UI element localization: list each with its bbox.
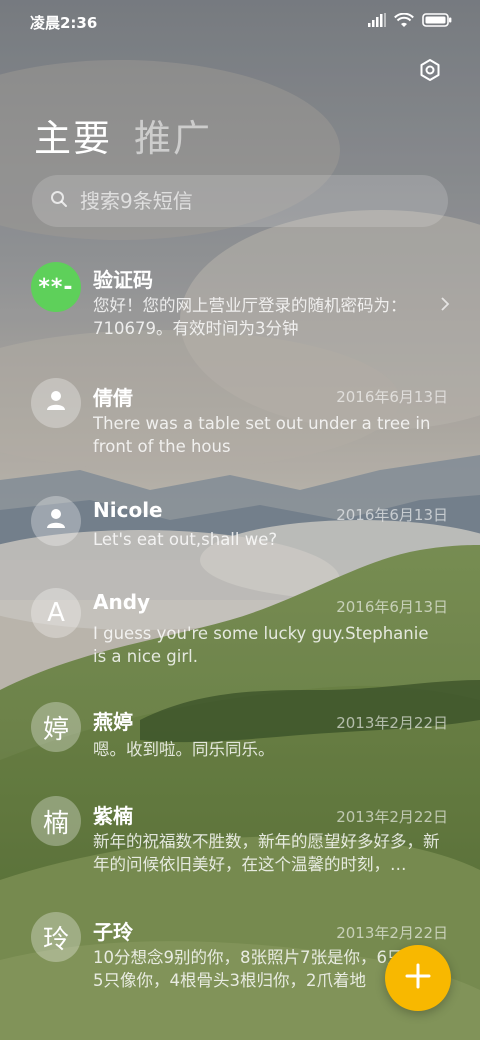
- status-bar: 凌晨2:36: [0, 0, 480, 44]
- search-icon: [50, 190, 68, 212]
- contact-name: Andy: [93, 590, 151, 614]
- message-item[interactable]: 婷 燕婷 2013年2月22日 嗯。收到啦。同乐同乐。: [0, 702, 480, 802]
- message-item[interactable]: 楠 紫楠 2013年2月22日 新年的祝福数不胜数，新年的愿望好多好多，新年的问…: [0, 796, 480, 896]
- search-input[interactable]: [80, 189, 420, 213]
- status-time: 凌晨2:36: [30, 13, 98, 32]
- tab-primary[interactable]: 主要: [34, 108, 112, 162]
- avatar: [31, 496, 81, 546]
- message-date: 2016年6月13日: [336, 388, 448, 406]
- battery-icon: [422, 13, 452, 31]
- contact-name: 验证码: [93, 268, 153, 292]
- avatar: 婷: [31, 702, 81, 752]
- settings-button[interactable]: [412, 54, 448, 90]
- tab-promotions[interactable]: 推广: [134, 108, 212, 162]
- compose-button[interactable]: [385, 945, 451, 1011]
- avatar: 玲: [31, 912, 81, 962]
- message-preview: Let's eat out,shall we?: [93, 530, 278, 549]
- message-date: 2016年6月13日: [336, 506, 448, 524]
- signal-icon: [368, 13, 386, 31]
- status-icons: [368, 12, 452, 32]
- gear-icon: [418, 58, 442, 86]
- avatar: A: [31, 588, 81, 638]
- search-bar[interactable]: [32, 175, 448, 227]
- message-preview: There was a table set out under a tree i…: [93, 414, 431, 456]
- message-date: 2013年2月22日: [336, 714, 448, 732]
- message-preview: 新年的祝福数不胜数，新年的愿望好多好多，新年的问候依旧美好，在这个温馨的时刻，…: [93, 832, 440, 874]
- message-preview: 嗯。收到啦。同乐同乐。: [93, 740, 275, 759]
- message-date: 2013年2月22日: [336, 808, 448, 826]
- message-date: 2013年2月22日: [336, 924, 448, 942]
- avatar: 楠: [31, 796, 81, 846]
- message-preview: 您好！您的网上营业厅登录的随机密码为：710679。有效时间为3分钟: [93, 296, 407, 338]
- avatar: [31, 378, 81, 428]
- message-preview: I guess you're some lucky guy.Stephanie …: [93, 624, 429, 666]
- person-icon: [44, 506, 68, 537]
- tab-bar: 主要 推广: [34, 108, 212, 162]
- chevron-right-icon: [440, 296, 450, 316]
- contact-name: 燕婷: [93, 710, 133, 734]
- contact-name: 子玲: [93, 920, 133, 944]
- message-date: 2016年6月13日: [336, 598, 448, 616]
- message-item[interactable]: A Andy 2016年6月13日 I guess you're some lu…: [0, 588, 480, 688]
- contact-name: 倩倩: [93, 386, 133, 410]
- message-item[interactable]: **- 验证码 您好！您的网上营业厅登录的随机密码为：710679。有效时间为3…: [0, 252, 480, 352]
- contact-name: 紫楠: [93, 804, 133, 828]
- message-item[interactable]: Nicole 2016年6月13日 Let's eat out,shall we…: [0, 488, 480, 588]
- message-item[interactable]: 倩倩 2016年6月13日 There was a table set out …: [0, 370, 480, 470]
- avatar: **-: [31, 262, 81, 312]
- wifi-icon: [394, 12, 414, 32]
- contact-name: Nicole: [93, 498, 163, 522]
- plus-icon: [405, 963, 431, 993]
- person-icon: [44, 388, 68, 419]
